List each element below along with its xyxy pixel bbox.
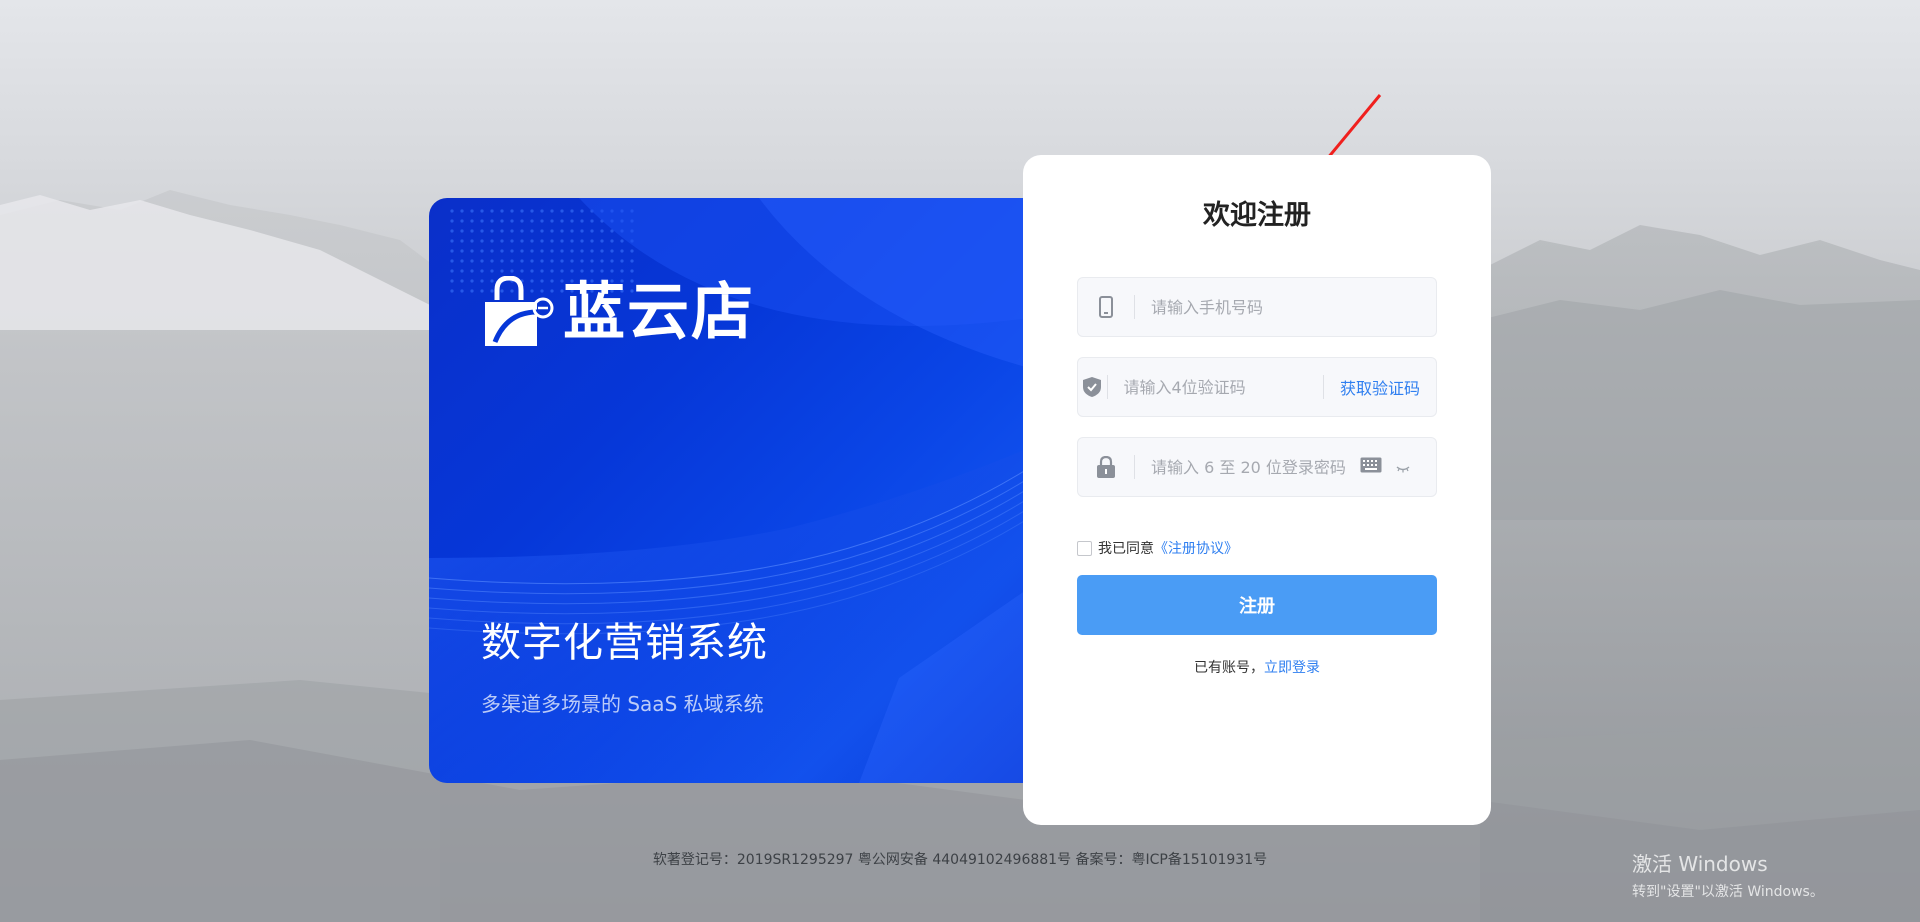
eye-closed-icon[interactable]	[1396, 458, 1410, 477]
code-field: 获取验证码	[1077, 357, 1437, 417]
lock-icon	[1078, 438, 1134, 496]
keyboard-icon[interactable]	[1360, 457, 1382, 477]
register-card: 欢迎注册 获取验证码	[1023, 155, 1491, 825]
promo-subtitle: 多渠道多场景的 SaaS 私域系统	[481, 692, 764, 716]
agreement-text: 我已同意	[1098, 541, 1154, 557]
phone-icon	[1078, 278, 1134, 336]
register-button[interactable]: 注册	[1077, 575, 1437, 635]
shield-icon	[1078, 358, 1107, 416]
login-link[interactable]: 立即登录	[1264, 660, 1320, 676]
windows-activation-watermark: 激活 Windows 转到"设置"以激活 Windows。	[1632, 848, 1824, 901]
agreement-row: 我已同意 《注册协议》	[1077, 538, 1238, 558]
shopping-bag-icon	[485, 276, 554, 346]
password-input[interactable]	[1135, 438, 1360, 496]
phone-input[interactable]	[1135, 278, 1436, 336]
watermark-line1: 激活 Windows	[1632, 852, 1768, 876]
agreement-checkbox[interactable]	[1077, 540, 1092, 556]
code-input[interactable]	[1107, 358, 1324, 416]
login-prefix: 已有账号，	[1194, 660, 1264, 676]
get-code-button[interactable]: 获取验证码	[1324, 375, 1436, 399]
brand-logo: 蓝云店	[481, 276, 755, 348]
agreement-link[interactable]: 《注册协议》	[1154, 538, 1238, 558]
promo-title: 数字化营销系统	[481, 620, 768, 666]
register-title: 欢迎注册	[1203, 200, 1311, 231]
login-prompt: 已有账号，立即登录	[1023, 657, 1491, 677]
watermark-line2: 转到"设置"以激活 Windows。	[1632, 884, 1824, 900]
promo-panel: 蓝云店 数字化营销系统 多渠道多场景的 SaaS 私域系统	[429, 198, 1029, 783]
brand-name: 蓝云店	[563, 275, 756, 348]
phone-field	[1077, 277, 1437, 337]
password-field	[1077, 437, 1437, 497]
